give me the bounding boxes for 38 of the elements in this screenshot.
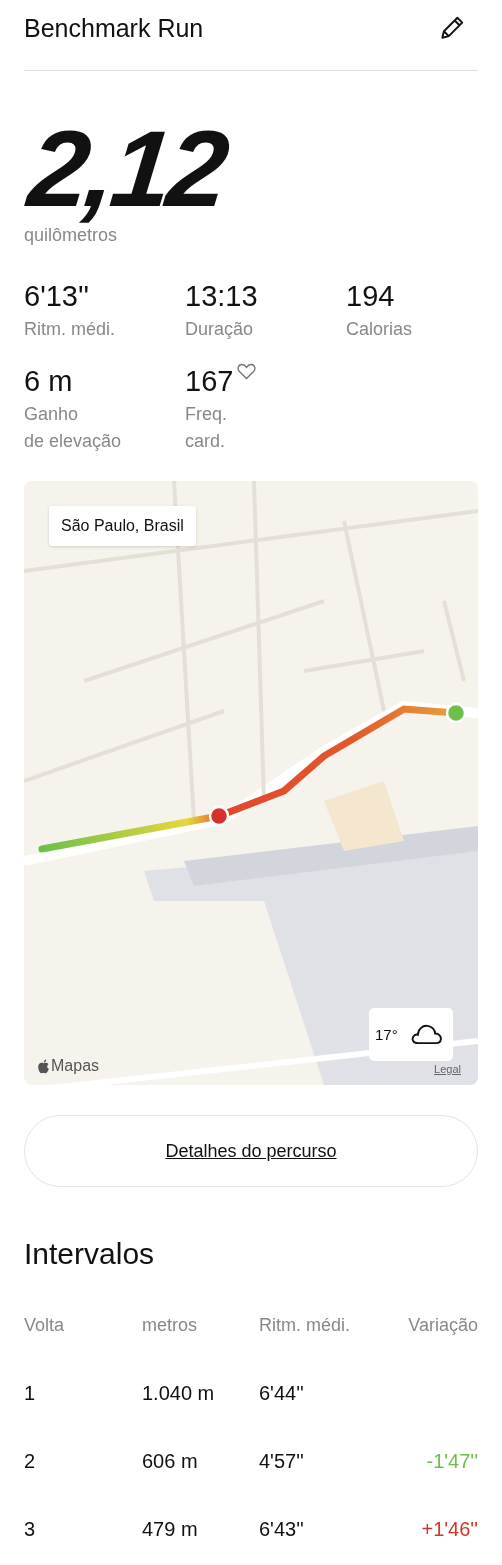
apple-icon — [37, 1058, 50, 1074]
route-details-button[interactable]: Detalhes do percurso — [24, 1115, 478, 1187]
distance-unit: quilômetros — [24, 225, 119, 246]
lap-number: 2 — [24, 1449, 37, 1473]
lap-distance: 1.040 m — [142, 1381, 216, 1405]
stat-label: Duração — [185, 318, 254, 341]
section-title: Intervalos — [24, 1237, 156, 1271]
legal-link[interactable]: Legal — [434, 1063, 461, 1075]
stat-value: 6'13'' — [24, 279, 89, 314]
lap-number: 3 — [24, 1517, 37, 1541]
stat-label: Ganho de elevação — [24, 403, 122, 453]
stat-value: 194 — [346, 279, 395, 314]
stat-value: 13:13 — [185, 279, 258, 314]
lap-pace: 6'44'' — [259, 1381, 305, 1405]
lap-pace: 6'43'' — [259, 1517, 305, 1541]
column-header: Ritm. médi. — [259, 1314, 351, 1336]
stat-label: Ritm. médi. — [24, 318, 115, 341]
temperature: 17° — [375, 1026, 398, 1043]
distance-value: 2,12 — [24, 115, 230, 223]
column-header: Volta — [24, 1314, 66, 1336]
page-title: Benchmark Run — [24, 13, 204, 43]
lap-number: 1 — [24, 1381, 37, 1405]
lap-distance: 606 m — [142, 1449, 199, 1473]
stat-label: Freq. card. — [185, 403, 227, 453]
cloud-icon — [410, 1023, 443, 1046]
lap-distance: 479 m — [142, 1517, 199, 1541]
map-attribution: Mapas — [51, 1057, 100, 1075]
stat-value: 167 — [185, 364, 234, 399]
pace-variation: +1'46'' — [420, 1517, 478, 1541]
heart-icon — [237, 363, 257, 380]
stat-label: Calorias — [346, 318, 413, 341]
stat-value: 6 m — [24, 364, 73, 399]
column-header: Variação — [408, 1314, 478, 1336]
place-label: São Paulo, Brasil — [49, 506, 196, 546]
pace-variation: -1'47'' — [425, 1449, 478, 1473]
lap-pace: 4'57'' — [259, 1449, 305, 1473]
edit-icon[interactable] — [438, 14, 466, 42]
column-header: metros — [142, 1314, 198, 1336]
